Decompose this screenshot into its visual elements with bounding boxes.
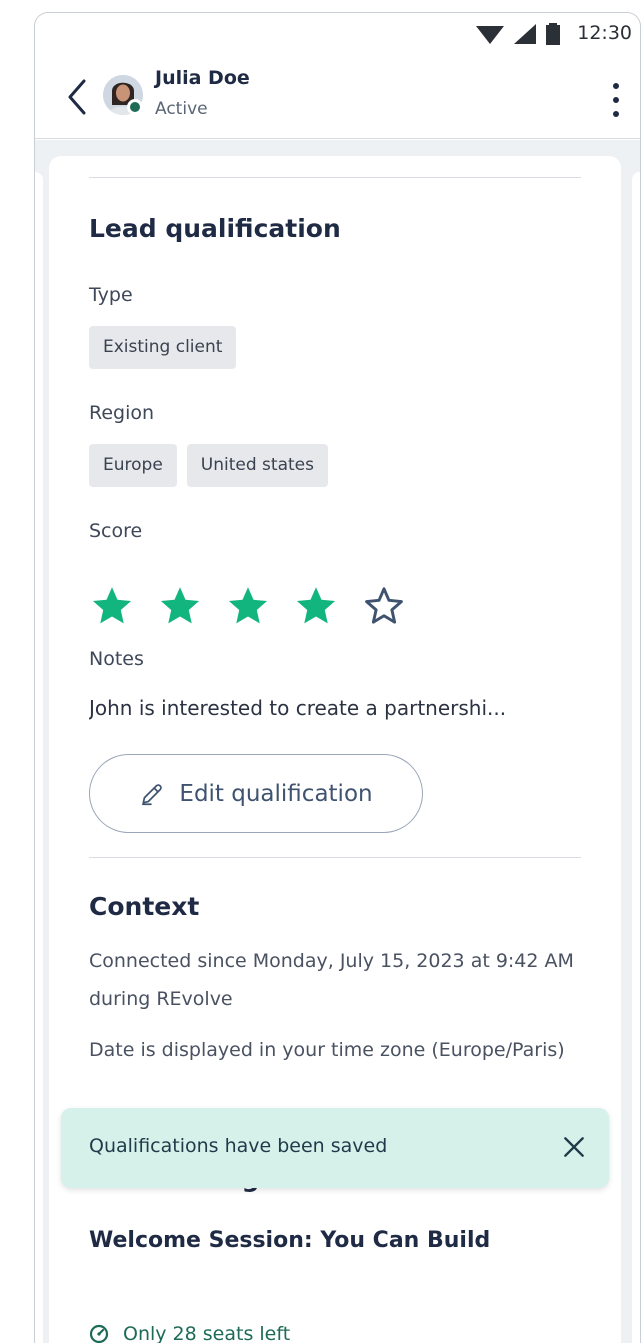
pencil-icon [142,783,163,805]
next-card-edge [632,172,640,1343]
conversation-header: Julia Doe Active [35,53,640,139]
cellular-signal-icon [514,24,536,44]
star-filled-icon [228,587,268,624]
battery-icon [546,23,560,45]
presence-indicator [127,99,143,115]
chevron-left-icon [68,79,86,115]
close-icon[interactable] [561,1134,587,1160]
previous-card-edge [35,172,43,1343]
session-title[interactable]: Welcome Session: You Can Build [89,1228,490,1253]
status-time: 12:30 [577,22,632,44]
divider [89,857,581,858]
timezone-note: Date is displayed in your time zone (Eur… [89,1039,565,1061]
region-label: Region [89,402,155,424]
type-chips: Existing client [89,326,237,369]
notes-text: John is interested to create a partnersh… [89,696,507,720]
wifi-icon [476,26,504,44]
region-chip: United states [186,444,328,487]
star-filled-icon [92,587,132,624]
type-label: Type [89,284,133,306]
edit-qualification-label: Edit qualification [179,780,373,807]
lead-qualification-title: Lead qualification [89,214,341,243]
divider [89,177,581,178]
context-title: Context [89,892,200,921]
star-filled-icon [296,587,336,624]
speedometer-icon [89,1324,109,1343]
dot-icon [613,111,619,117]
seats-left: Only 28 seats left [89,1323,290,1343]
region-chip: Europe [89,444,177,487]
success-toast: Qualifications have been saved [61,1108,609,1188]
notes-label: Notes [89,648,144,670]
phone-frame: 12:30 Julia Doe Active Lead qualificatio… [34,12,641,1343]
edit-qualification-button[interactable]: Edit qualification [89,754,423,833]
back-button[interactable] [63,75,91,119]
score-label: Score [89,520,143,542]
more-options-button[interactable] [610,83,622,117]
connected-since-text: Connected since Monday, July 15, 2023 at… [89,950,574,1010]
region-chips: Europe United states [89,444,328,487]
star-outline-icon [365,587,403,624]
toast-message: Qualifications have been saved [89,1135,388,1157]
status-bar: 12:30 [35,13,640,53]
dot-icon [613,97,619,103]
seats-left-text: Only 28 seats left [123,1323,291,1343]
score-rating [89,584,407,628]
user-status: Active [155,99,208,119]
star-filled-icon [160,587,200,624]
type-chip: Existing client [89,326,237,369]
user-name[interactable]: Julia Doe [155,67,250,89]
dot-icon [613,83,619,89]
